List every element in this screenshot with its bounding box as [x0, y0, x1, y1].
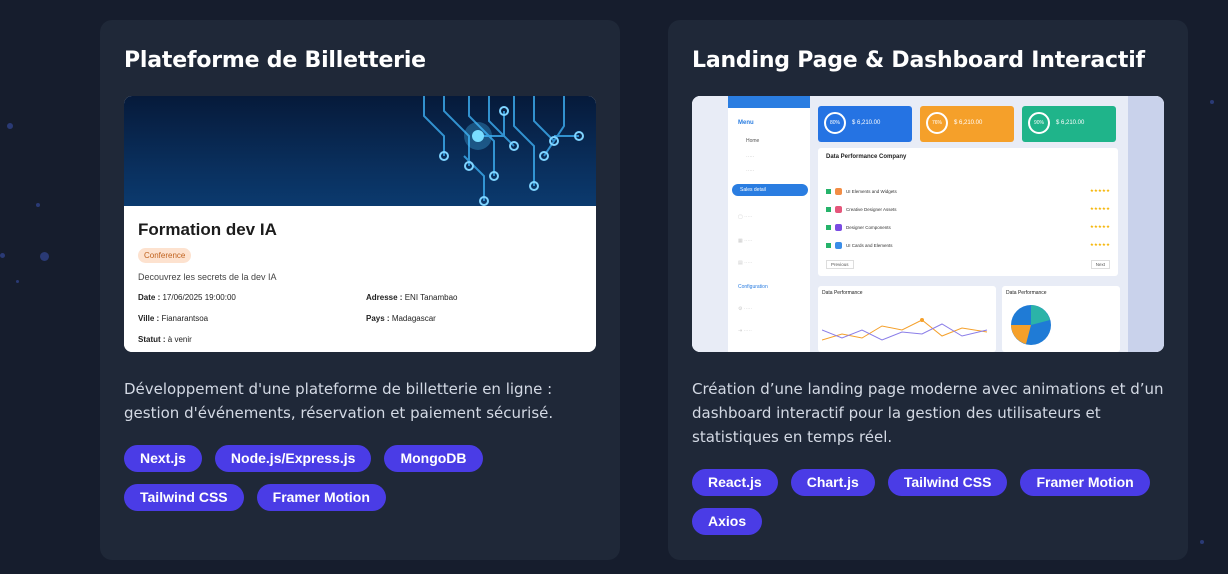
tag-framer-motion: Framer Motion [1020, 469, 1150, 496]
tech-tags: Next.js Node.js/Express.js MongoDB Tailw… [124, 445, 604, 511]
project-title: Landing Page & Dashboard Interactif [692, 48, 1145, 73]
tag-mongodb: MongoDB [384, 445, 483, 472]
dashboard-sidebar: Menu Home ····· ····· Sales detail ▢ ···… [728, 96, 810, 352]
project-preview-image: Formation dev IA Conference Decouvrez le… [124, 96, 596, 352]
dashboard-main: 80% $ 6,210.00 76% $ 6,210.00 90% $ 6,21… [816, 106, 1122, 352]
event-details: Formation dev IA Conference Decouvrez le… [124, 206, 596, 352]
project-title: Plateforme de Billetterie [124, 48, 426, 73]
event-date: Date : 17/06/2025 19:00:00 [138, 293, 236, 302]
circuit-banner [124, 96, 596, 206]
tech-tags: React.js Chart.js Tailwind CSS Framer Mo… [692, 469, 1172, 535]
tag-reactjs: React.js [692, 469, 778, 496]
tag-axios: Axios [692, 508, 763, 535]
tag-node-express: Node.js/Express.js [214, 445, 372, 472]
project-preview-image: Menu Home ····· ····· Sales detail ▢ ···… [692, 96, 1164, 352]
project-card-dashboard[interactable]: Landing Page & Dashboard Interactif Menu… [668, 20, 1188, 560]
tag-tailwind: Tailwind CSS [887, 469, 1008, 496]
event-country: Pays : Madagascar [366, 314, 436, 323]
tag-tailwind: Tailwind CSS [124, 484, 244, 511]
event-address: Adresse : ENI Tanambao [366, 293, 458, 302]
event-subtitle: Decouvrez les secrets de la dev IA [138, 272, 277, 282]
tag-chartjs: Chart.js [790, 469, 875, 496]
tag-nextjs: Next.js [124, 445, 202, 472]
tag-framer-motion: Framer Motion [256, 484, 386, 511]
event-status: Statut : à venir [138, 335, 192, 344]
event-title: Formation dev IA [138, 220, 277, 239]
project-card-ticketing[interactable]: Plateforme de Billetterie Formation dev … [100, 20, 620, 560]
project-description: Création d’une landing page moderne avec… [692, 380, 1164, 446]
project-description: Développement d'une plateforme de billet… [124, 380, 554, 422]
event-category-badge: Conference [138, 248, 192, 263]
event-city: Ville : Fianarantsoa [138, 314, 209, 323]
